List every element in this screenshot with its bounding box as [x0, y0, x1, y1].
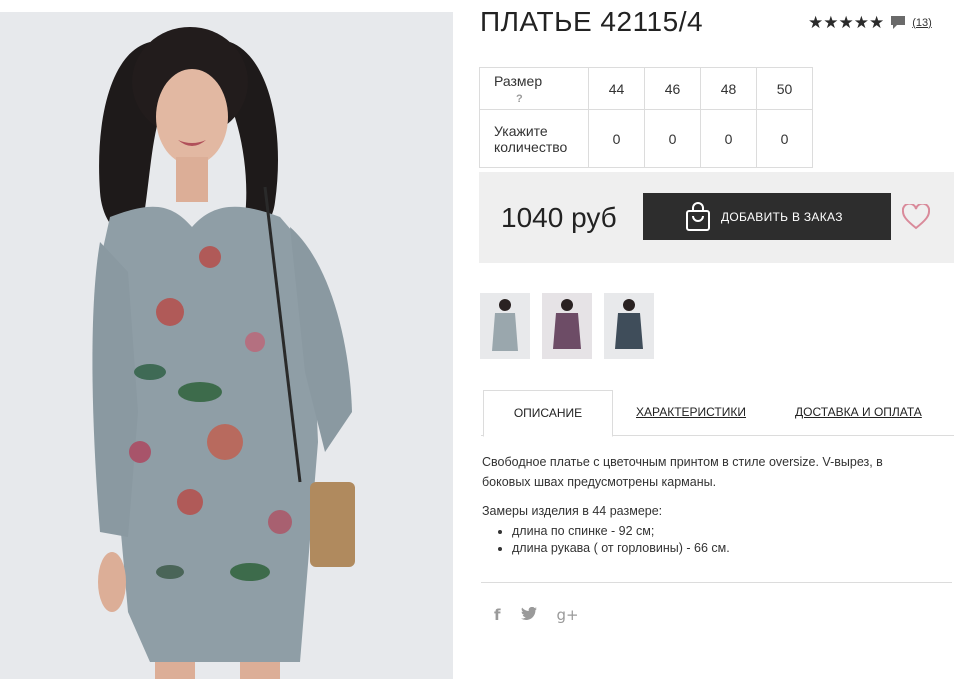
tab-delivery-payment[interactable]: ДОСТАВКА И ОПЛАТА [795, 390, 922, 434]
product-main-photo[interactable] [0, 12, 453, 679]
measure-list: длина по спинке - 92 см; длина рукава ( … [482, 523, 932, 557]
rating: ★★★★★ (13) [808, 14, 932, 31]
description-panel: Свободное платье с цветочным принтом в с… [482, 452, 932, 557]
tab-description[interactable]: ОПИСАНИЕ [483, 390, 613, 437]
price: 1040 руб [501, 202, 617, 233]
size-quantity-table: Размер ? 44 46 48 50 Укажите количество … [479, 67, 813, 168]
tab-characteristics[interactable]: ХАРАКТЕРИСТИКИ [636, 390, 746, 434]
wishlist-heart-icon[interactable] [901, 202, 931, 230]
thumbnail-1[interactable] [480, 293, 530, 359]
product-tabs: ОПИСАНИЕ ХАРАКТЕРИСТИКИ ДОСТАВКА И ОПЛАТ… [481, 390, 954, 437]
product-title: ПЛАТЬЕ 42115/4 [480, 6, 704, 37]
description-text: Свободное платье с цветочным принтом в с… [482, 455, 883, 489]
quantity-input-46[interactable]: 0 [644, 109, 701, 168]
thumbnail-2[interactable] [542, 293, 592, 359]
social-share: f g+ [494, 606, 579, 624]
twitter-icon[interactable] [520, 606, 537, 624]
size-44: 44 [588, 67, 645, 110]
size-label: Размер [494, 72, 543, 89]
list-item: длина по спинке - 92 см; [512, 523, 932, 540]
quantity-label: Укажите количество [479, 109, 589, 168]
googleplus-icon[interactable]: g+ [557, 606, 579, 624]
list-item: длина рукава ( от горловины) - 66 см. [512, 540, 932, 557]
product-thumbnails [480, 293, 654, 359]
size-50: 50 [756, 67, 813, 110]
reviews-count-link[interactable]: (13) [912, 17, 932, 29]
divider [481, 582, 952, 583]
size-48: 48 [700, 67, 757, 110]
size-label-cell: Размер ? [479, 67, 589, 110]
facebook-icon[interactable]: f [494, 606, 501, 624]
quantity-input-44[interactable]: 0 [588, 109, 645, 168]
add-to-order-button[interactable]: ДОБАВИТЬ В ЗАКАЗ [643, 193, 891, 240]
comment-icon[interactable] [890, 15, 906, 30]
price-panel: 1040 руб ДОБАВИТЬ В ЗАКАЗ [479, 172, 954, 263]
rating-stars: ★★★★★ [808, 13, 885, 32]
measure-title: Замеры изделия в 44 размере: [482, 504, 663, 518]
quantity-input-50[interactable]: 0 [756, 109, 813, 168]
add-to-order-label: ДОБАВИТЬ В ЗАКАЗ [721, 209, 843, 224]
shopping-bag-icon [685, 201, 711, 232]
size-help-icon[interactable]: ? [516, 93, 523, 105]
quantity-input-48[interactable]: 0 [700, 109, 757, 168]
thumbnail-3[interactable] [604, 293, 654, 359]
size-46: 46 [644, 67, 701, 110]
